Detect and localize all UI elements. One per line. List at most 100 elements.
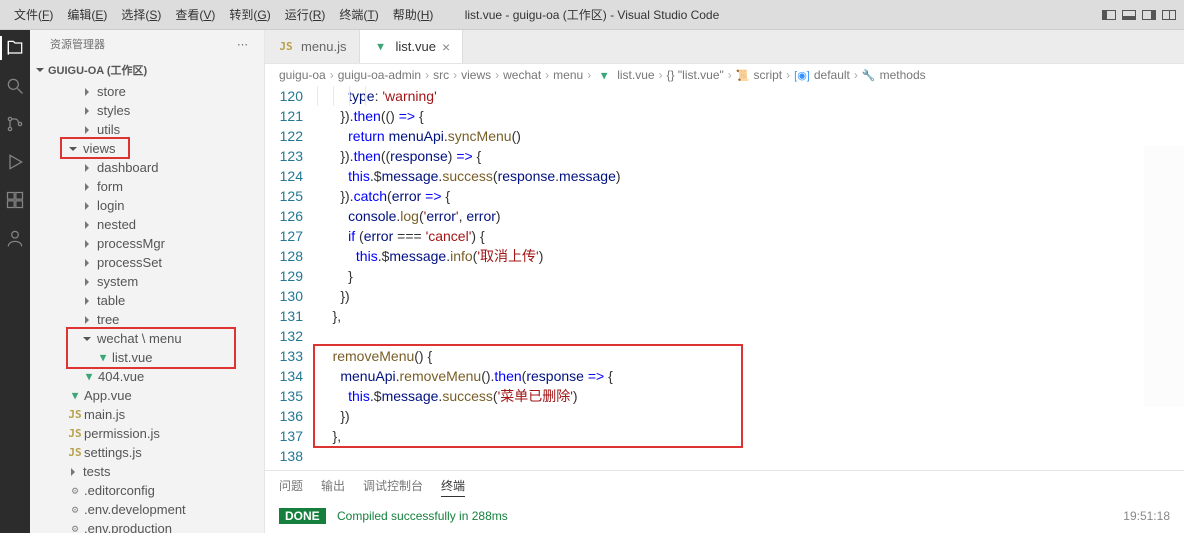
- tree-item-label: tests: [83, 464, 110, 479]
- menu-item[interactable]: 选择(S): [115, 4, 167, 25]
- tree-item[interactable]: ⚙.editorconfig: [30, 481, 264, 500]
- title-bar: 文件(F)编辑(E)选择(S)查看(V)转到(G)运行(R)终端(T)帮助(H)…: [0, 0, 1184, 30]
- tree-item[interactable]: styles: [30, 101, 264, 120]
- tree-item-label: App.vue: [84, 388, 132, 403]
- tree-item-label: table: [97, 293, 125, 308]
- workspace-section[interactable]: GUIGU-OA (工作区): [30, 58, 264, 82]
- panel-left-icon[interactable]: [1102, 10, 1116, 20]
- source-control-icon[interactable]: [3, 112, 27, 136]
- breadcrumb-separator: ›: [786, 68, 790, 82]
- menu-item[interactable]: 转到(G): [223, 4, 276, 25]
- tree-item[interactable]: views: [30, 139, 264, 158]
- tree-item[interactable]: form: [30, 177, 264, 196]
- breadcrumb-separator: ›: [425, 68, 429, 82]
- menu-item[interactable]: 查看(V): [169, 4, 221, 25]
- breadcrumb-separator: ›: [587, 68, 591, 82]
- panel-bottom-icon[interactable]: [1122, 10, 1136, 20]
- tree-item[interactable]: tree: [30, 310, 264, 329]
- chevron-right-icon: [85, 88, 89, 96]
- tree-item[interactable]: nested: [30, 215, 264, 234]
- tree-item[interactable]: system: [30, 272, 264, 291]
- tree-item[interactable]: JSsettings.js: [30, 443, 264, 462]
- tree-item-label: permission.js: [84, 426, 160, 441]
- explorer-icon[interactable]: [0, 36, 30, 60]
- chevron-right-icon: [85, 126, 89, 134]
- breadcrumb-item[interactable]: default: [814, 68, 850, 82]
- tree-item[interactable]: ▼App.vue: [30, 386, 264, 405]
- search-icon[interactable]: [3, 74, 27, 98]
- tree-item-label: processSet: [97, 255, 162, 270]
- tab-label: list.vue: [396, 39, 436, 54]
- breadcrumb-item[interactable]: script: [753, 68, 782, 82]
- extensions-icon[interactable]: [3, 188, 27, 212]
- tree-item[interactable]: ⚙.env.development: [30, 500, 264, 519]
- breadcrumb-item[interactable]: list.vue: [617, 68, 654, 82]
- breadcrumbs[interactable]: guigu-oa › guigu-oa-admin › src › views › wechat…: [265, 64, 1184, 86]
- editor-tabs: JSmenu.js ▼ list.vue ×: [265, 30, 1184, 64]
- tree-item[interactable]: store: [30, 82, 264, 101]
- vue-file-icon: ▼: [66, 389, 84, 402]
- menu-item[interactable]: 文件(F): [8, 4, 59, 25]
- breadcrumb-item[interactable]: src: [433, 68, 449, 82]
- menu-item[interactable]: 运行(R): [279, 4, 332, 25]
- menu-item[interactable]: 终端(T): [333, 4, 384, 25]
- vue-file-icon: ▼: [372, 40, 390, 53]
- panel-tab[interactable]: 输出: [321, 477, 345, 497]
- tree-item[interactable]: table: [30, 291, 264, 310]
- tree-item[interactable]: utils: [30, 120, 264, 139]
- breadcrumb-item[interactable]: wechat: [503, 68, 541, 82]
- tree-item[interactable]: JSpermission.js: [30, 424, 264, 443]
- breadcrumb-separator: ›: [545, 68, 549, 82]
- panel-tab[interactable]: 调试控制台: [363, 477, 423, 497]
- config-file-icon: ⚙: [66, 503, 84, 516]
- panel-tab[interactable]: 终端: [441, 477, 465, 497]
- module-icon: [◉]: [794, 69, 810, 82]
- tree-item[interactable]: ▼404.vue: [30, 367, 264, 386]
- tree-item-label: .editorconfig: [84, 483, 155, 498]
- panel-tab[interactable]: 问题: [279, 477, 303, 497]
- tree-item[interactable]: dashboard: [30, 158, 264, 177]
- tree-item[interactable]: processMgr: [30, 234, 264, 253]
- tree-item[interactable]: processSet: [30, 253, 264, 272]
- chevron-right-icon: [85, 316, 89, 324]
- js-file-icon: JS: [66, 408, 84, 421]
- tree-item-label: dashboard: [97, 160, 158, 175]
- tree-item-label: settings.js: [84, 445, 142, 460]
- tree-item[interactable]: ▼list.vue: [30, 348, 264, 367]
- chevron-down-icon: [36, 68, 44, 72]
- panel-right-icon[interactable]: [1142, 10, 1156, 20]
- tree-item-label: list.vue: [112, 350, 152, 365]
- account-icon[interactable]: [3, 226, 27, 250]
- breadcrumb-item[interactable]: views: [461, 68, 491, 82]
- editor-tab[interactable]: JSmenu.js: [265, 30, 360, 63]
- tree-item-label: styles: [97, 103, 130, 118]
- minimap[interactable]: [1144, 146, 1184, 407]
- config-file-icon: ⚙: [66, 484, 84, 497]
- tree-item[interactable]: tests: [30, 462, 264, 481]
- tree-item[interactable]: wechat \ menu: [30, 329, 264, 348]
- code-editor[interactable]: 1201211221231241251261271281291301311321…: [265, 86, 1184, 470]
- breadcrumb-item[interactable]: menu: [553, 68, 583, 82]
- breadcrumb-item[interactable]: guigu-oa: [279, 68, 326, 82]
- breadcrumb-item[interactable]: {} "list.vue": [667, 68, 724, 82]
- chevron-right-icon: [85, 107, 89, 115]
- chevron-down-icon: [83, 337, 91, 341]
- chevron-right-icon: [85, 240, 89, 248]
- terminal-output: Compiled successfully in 288ms: [337, 509, 508, 523]
- more-icon[interactable]: ⋯: [237, 38, 250, 51]
- breadcrumb-item[interactable]: methods: [880, 68, 926, 82]
- sidebar-explorer: 资源管理器 ⋯ GUIGU-OA (工作区) storestylesutilsv…: [30, 30, 265, 533]
- breadcrumb-item[interactable]: guigu-oa-admin: [338, 68, 421, 82]
- close-icon[interactable]: ×: [442, 39, 450, 55]
- tree-item[interactable]: ⚙.env.production: [30, 519, 264, 533]
- menu-item[interactable]: 帮助(H): [387, 4, 440, 25]
- chevron-right-icon: [85, 259, 89, 267]
- editor-tab[interactable]: ▼ list.vue ×: [360, 30, 464, 63]
- menu-item[interactable]: 编辑(E): [61, 4, 113, 25]
- layout-grid-icon[interactable]: [1162, 10, 1176, 20]
- chevron-right-icon: [85, 297, 89, 305]
- js-file-icon: JS: [66, 446, 84, 459]
- tree-item[interactable]: JSmain.js: [30, 405, 264, 424]
- tree-item[interactable]: login: [30, 196, 264, 215]
- run-debug-icon[interactable]: [3, 150, 27, 174]
